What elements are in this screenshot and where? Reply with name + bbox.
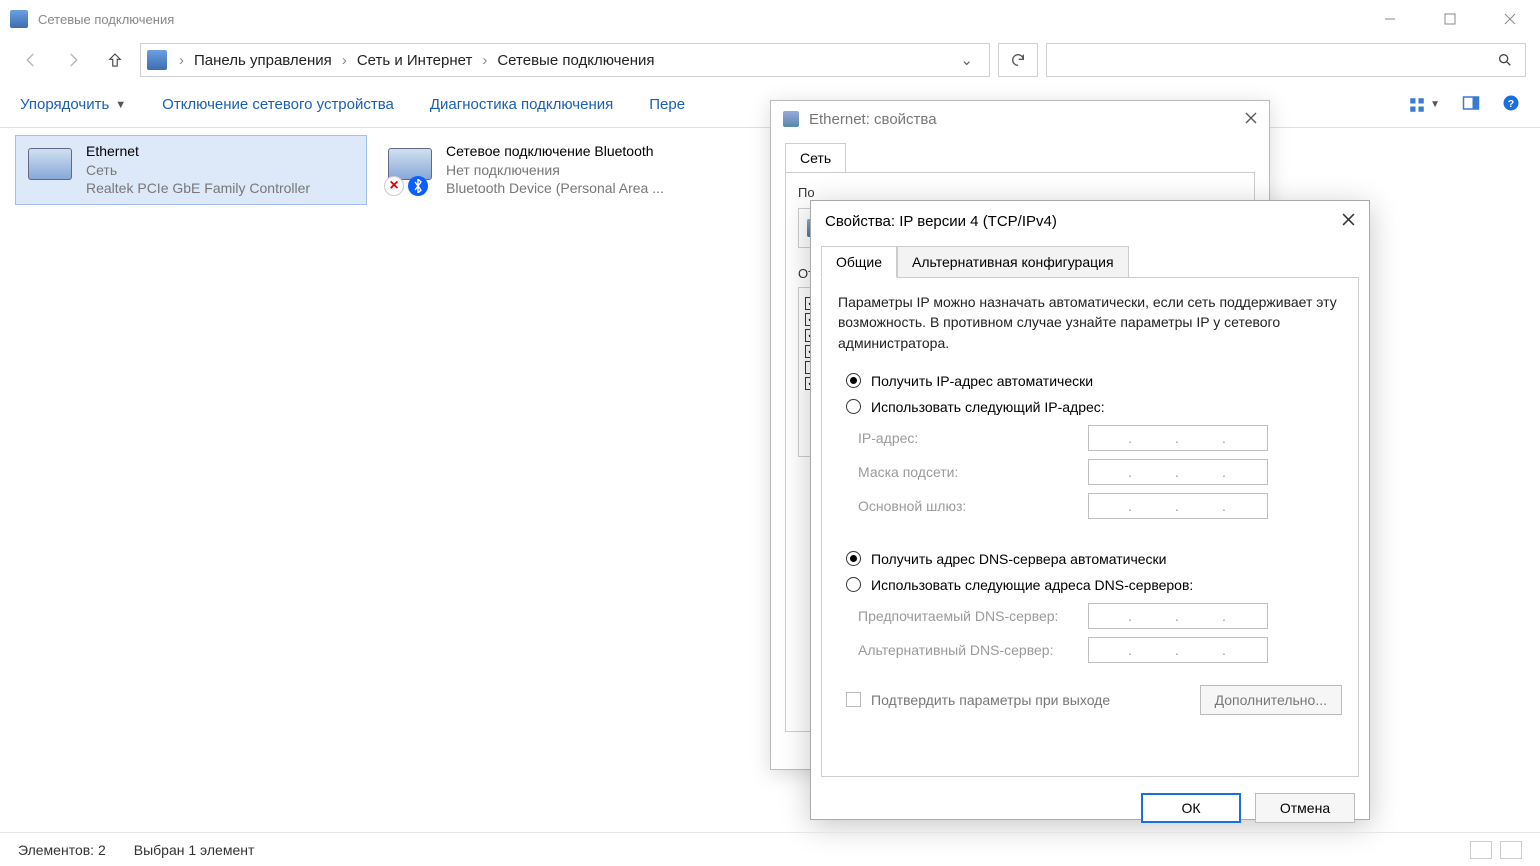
network-adapter-icon <box>24 144 76 196</box>
location-icon <box>147 50 167 70</box>
chevron-right-icon: › <box>338 52 351 69</box>
validate-checkbox[interactable] <box>846 692 861 707</box>
disconnected-icon: × <box>384 176 404 196</box>
connection-status: Сеть <box>86 161 310 180</box>
tab-network[interactable]: Сеть <box>785 143 846 172</box>
disable-device-button[interactable]: Отключение сетевого устройства <box>162 96 394 113</box>
subnet-mask-input: ... <box>1088 459 1268 485</box>
connection-name: Сетевое подключение Bluetooth <box>446 142 664 161</box>
radio-dns-manual[interactable]: Использовать следующие адреса DNS-сервер… <box>846 577 1342 593</box>
breadcrumb-item[interactable]: Сетевые подключения <box>493 50 658 71</box>
chevron-down-icon: ▼ <box>115 99 126 111</box>
chevron-right-icon: › <box>478 52 491 69</box>
cancel-button[interactable]: Отмена <box>1255 793 1355 823</box>
help-text: Параметры IP можно назначать автоматичес… <box>838 292 1342 353</box>
diagnose-connection-button[interactable]: Диагностика подключения <box>430 96 613 113</box>
help-button[interactable]: ? <box>1502 94 1520 116</box>
chevron-right-icon: › <box>175 52 188 69</box>
connection-device: Realtek PCIe GbE Family Controller <box>86 179 310 198</box>
preferred-dns-input: ... <box>1088 603 1268 629</box>
maximize-button[interactable] <box>1420 0 1480 38</box>
view-icon <box>1408 96 1426 114</box>
breadcrumb[interactable]: › Панель управления › Сеть и Интернет › … <box>140 43 990 77</box>
bluetooth-icon <box>408 176 428 196</box>
close-icon[interactable] <box>1342 213 1355 230</box>
network-adapter-icon: × <box>384 144 436 196</box>
breadcrumb-item[interactable]: Сеть и Интернет <box>353 50 477 71</box>
preferred-dns-label: Предпочитаемый DNS-сервер: <box>858 608 1088 624</box>
help-icon: ? <box>1502 94 1520 112</box>
close-icon[interactable] <box>1245 111 1257 128</box>
radio-label: Получить адрес DNS-сервера автоматически <box>871 551 1166 567</box>
forward-button[interactable] <box>56 43 90 77</box>
radio-icon <box>846 551 861 566</box>
radio-ip-manual[interactable]: Использовать следующий IP-адрес: <box>846 399 1342 415</box>
radio-icon <box>846 577 861 592</box>
details-view-button[interactable] <box>1470 841 1492 859</box>
preview-icon <box>1462 94 1480 112</box>
minimize-button[interactable] <box>1360 0 1420 38</box>
ok-button[interactable]: ОК <box>1141 793 1241 823</box>
chevron-down-icon[interactable]: ⌄ <box>950 51 983 69</box>
svg-text:?: ? <box>1508 97 1514 109</box>
ipv4-properties-dialog: Свойства: IP версии 4 (TCP/IPv4) Общие А… <box>810 200 1370 820</box>
window-title: Сетевые подключения <box>38 12 174 27</box>
preview-pane-button[interactable] <box>1462 94 1480 116</box>
ip-address-input: ... <box>1088 425 1268 451</box>
default-gateway-label: Основной шлюз: <box>858 498 1088 514</box>
organize-menu[interactable]: Упорядочить ▼ <box>20 96 126 113</box>
organize-label: Упорядочить <box>20 96 109 113</box>
search-input[interactable] <box>1046 43 1526 77</box>
ip-address-label: IP-адрес: <box>858 430 1088 446</box>
status-bar: Элементов: 2 Выбран 1 элемент <box>0 832 1540 866</box>
alternate-dns-input: ... <box>1088 637 1268 663</box>
radio-label: Получить IP-адрес автоматически <box>871 373 1093 389</box>
radio-ip-auto[interactable]: Получить IP-адрес автоматически <box>846 373 1342 389</box>
default-gateway-input: ... <box>1088 493 1268 519</box>
alternate-dns-label: Альтернативный DNS-сервер: <box>858 642 1088 658</box>
radio-icon <box>846 399 861 414</box>
connect-through-label: По <box>798 185 1242 200</box>
dialog-title: Свойства: IP версии 4 (TCP/IPv4) <box>825 213 1057 230</box>
subnet-mask-label: Маска подсети: <box>858 464 1088 480</box>
connection-item-bluetooth[interactable]: × Сетевое подключение Bluetooth Нет подк… <box>376 136 726 204</box>
radio-label: Использовать следующий IP-адрес: <box>871 399 1105 415</box>
back-button[interactable] <box>14 43 48 77</box>
connection-item-ethernet[interactable]: Ethernet Сеть Realtek PCIe GbE Family Co… <box>16 136 366 204</box>
up-button[interactable] <box>98 43 132 77</box>
connection-device: Bluetooth Device (Personal Area ... <box>446 179 664 198</box>
tab-general[interactable]: Общие <box>821 246 897 278</box>
radio-label: Использовать следующие адреса DNS-сервер… <box>871 577 1193 593</box>
connection-status: Нет подключения <box>446 161 664 180</box>
change-view-button[interactable]: ▼ <box>1408 96 1440 114</box>
item-count: Элементов: 2 <box>18 842 106 858</box>
breadcrumb-item[interactable]: Панель управления <box>190 50 336 71</box>
chevron-down-icon: ▼ <box>1430 99 1440 110</box>
advanced-button[interactable]: Дополнительно... <box>1200 685 1342 715</box>
selection-count: Выбран 1 элемент <box>134 842 255 858</box>
tab-alternative[interactable]: Альтернативная конфигурация <box>897 246 1128 278</box>
adapter-icon <box>783 111 799 127</box>
large-icons-view-button[interactable] <box>1500 841 1522 859</box>
validate-label: Подтвердить параметры при выходе <box>871 692 1110 708</box>
window-titlebar: Сетевые подключения <box>0 0 1540 38</box>
address-bar: › Панель управления › Сеть и Интернет › … <box>0 38 1540 82</box>
radio-dns-auto[interactable]: Получить адрес DNS-сервера автоматически <box>846 551 1342 567</box>
radio-icon <box>846 373 861 388</box>
search-icon <box>1497 52 1513 68</box>
refresh-button[interactable] <box>998 43 1038 77</box>
connection-name: Ethernet <box>86 142 310 161</box>
dialog-title: Ethernet: свойства <box>809 111 937 128</box>
rename-connection-button[interactable]: Пере <box>649 96 685 113</box>
app-icon <box>10 10 28 28</box>
close-button[interactable] <box>1480 0 1540 38</box>
